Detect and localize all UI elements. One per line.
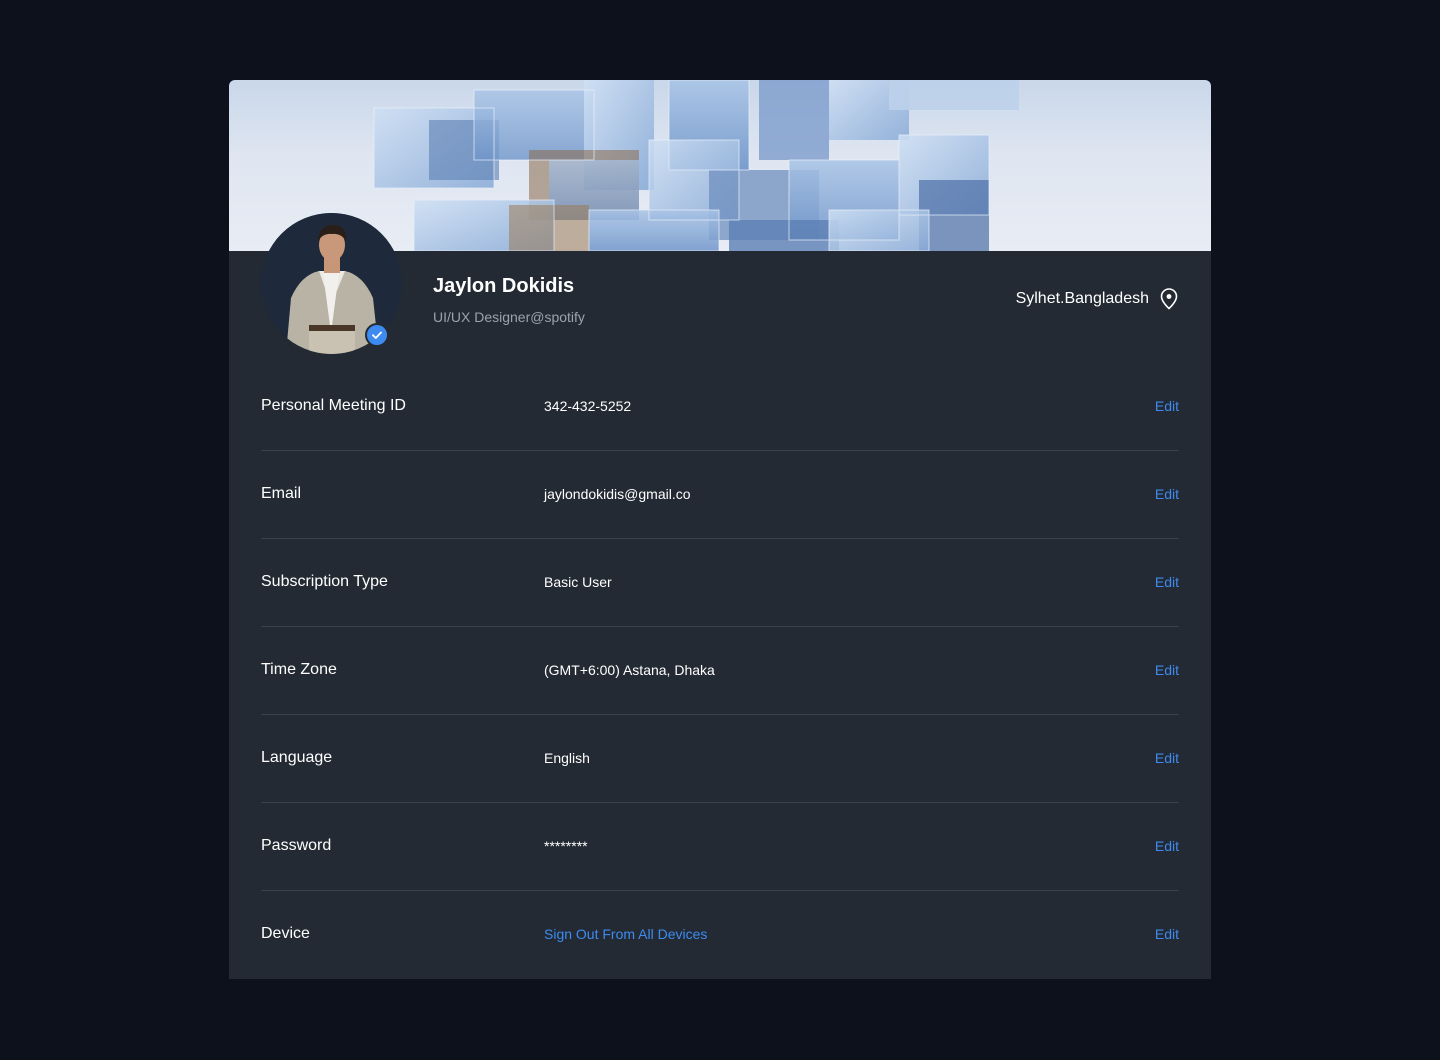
profile-role: UI/UX Designer@spotify <box>433 309 585 325</box>
field-row-timezone: Time Zone (GMT+6:00) Astana, Dhaka Edit <box>261 627 1179 715</box>
map-pin-icon <box>1160 288 1178 310</box>
field-value: ******** <box>544 838 588 854</box>
field-value: jaylondokidis@gmail.co <box>544 486 691 502</box>
verified-badge <box>365 323 389 347</box>
field-row-meeting-id: Personal Meeting ID 342-432-5252 Edit <box>261 363 1179 451</box>
field-value: (GMT+6:00) Astana, Dhaka <box>544 662 715 678</box>
field-row-email: Email jaylondokidis@gmail.co Edit <box>261 451 1179 539</box>
field-row-device: Device Sign Out From All Devices Edit <box>261 891 1179 979</box>
field-label: Password <box>261 837 332 854</box>
sign-out-all-devices-link[interactable]: Sign Out From All Devices <box>544 926 707 942</box>
field-row-language: Language English Edit <box>261 715 1179 803</box>
field-row-password: Password ******** Edit <box>261 803 1179 891</box>
edit-password-button[interactable]: Edit <box>1155 838 1179 854</box>
edit-timezone-button[interactable]: Edit <box>1155 662 1179 678</box>
profile-card: Jaylon Dokidis UI/UX Designer@spotify Sy… <box>229 80 1211 979</box>
check-icon <box>372 331 382 339</box>
field-label: Time Zone <box>261 661 337 678</box>
field-value: English <box>544 750 590 766</box>
profile-name: Jaylon Dokidis <box>433 275 575 297</box>
edit-device-button[interactable]: Edit <box>1155 926 1179 942</box>
field-row-subscription: Subscription Type Basic User Edit <box>261 539 1179 627</box>
edit-email-button[interactable]: Edit <box>1155 486 1179 502</box>
edit-language-button[interactable]: Edit <box>1155 750 1179 766</box>
field-label: Personal Meeting ID <box>261 397 406 414</box>
field-label: Subscription Type <box>261 573 388 590</box>
field-label: Email <box>261 485 302 502</box>
location-text: Sylhet.Bangladesh <box>1015 290 1149 307</box>
field-label: Language <box>261 749 333 766</box>
profile-location: Sylhet.Bangladesh <box>1016 288 1179 310</box>
field-label: Device <box>261 925 310 942</box>
edit-subscription-button[interactable]: Edit <box>1155 574 1179 590</box>
settings-list: Personal Meeting ID 342-432-5252 Edit Em… <box>261 363 1179 979</box>
edit-meeting-id-button[interactable]: Edit <box>1155 398 1179 414</box>
field-value: 342-432-5252 <box>544 398 632 414</box>
field-value: Basic User <box>544 574 612 590</box>
